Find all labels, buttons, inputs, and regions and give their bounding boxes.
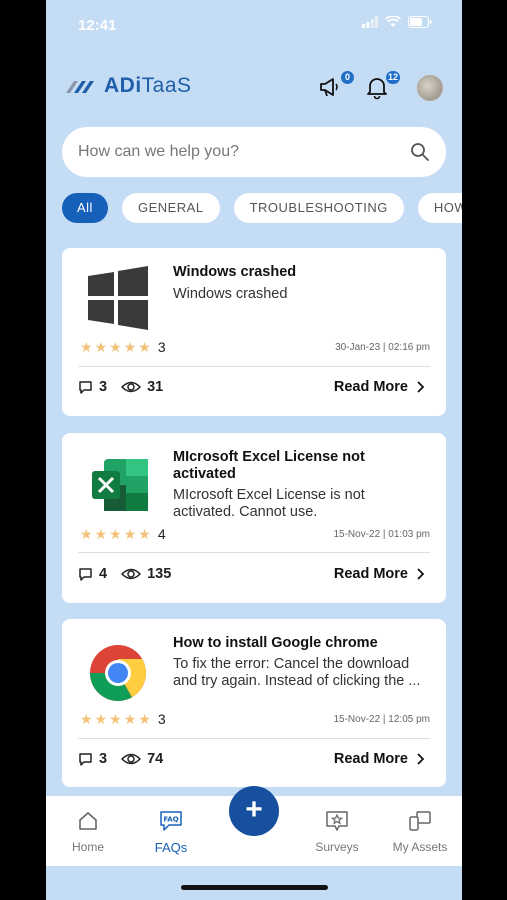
comment-icon xyxy=(79,567,92,581)
nav-home[interactable]: Home xyxy=(48,810,128,854)
user-avatar[interactable] xyxy=(417,75,443,101)
eye-icon xyxy=(121,753,142,765)
filter-chip-all[interactable]: All xyxy=(62,193,108,223)
chrome-logo-icon xyxy=(90,645,146,701)
rating-count: 3 xyxy=(157,711,166,727)
home-icon xyxy=(79,812,97,830)
star-icon: ★ xyxy=(138,711,151,727)
search-icon[interactable] xyxy=(410,142,430,162)
faq-card[interactable]: How to install Google chrome To fix the … xyxy=(62,619,446,787)
nav-my-assets[interactable]: My Assets xyxy=(380,810,460,854)
rating-stars: ★ ★ ★ ★ ★ 3 xyxy=(80,711,166,727)
star-icon: ★ xyxy=(109,526,122,542)
search-input[interactable]: How can we help you? xyxy=(78,143,410,161)
star-icon: ★ xyxy=(109,339,122,355)
faq-title: How to install Google chrome xyxy=(173,635,378,651)
card-divider xyxy=(78,366,430,367)
card-divider xyxy=(78,552,430,553)
category-filters: All GENERAL TROUBLESHOOTING HOW xyxy=(62,193,462,223)
status-time: 12:41 xyxy=(78,17,117,34)
read-more-button[interactable]: Read More xyxy=(334,566,424,582)
star-icon: ★ xyxy=(94,339,108,355)
star-icon: ★ xyxy=(94,526,108,542)
notifications-badge: 12 xyxy=(385,71,400,84)
star-icon: ★ xyxy=(80,711,93,727)
windows-logo-icon xyxy=(88,266,148,330)
bottom-nav: Home FAQ FAQs + Surveys My Assets xyxy=(46,786,462,866)
faq-date: 15-Nov-22 | 12:05 pm xyxy=(333,714,430,725)
chevron-right-icon xyxy=(417,753,424,765)
faq-date: 30-Jan-23 | 02:16 pm xyxy=(335,342,430,353)
rating-count: 3 xyxy=(157,339,166,355)
views-stat: 135 xyxy=(121,566,171,582)
comments-stat: 4 xyxy=(78,566,107,582)
rating-count: 4 xyxy=(157,526,166,542)
signal-icon xyxy=(362,16,378,28)
faq-date: 15-Nov-22 | 01:03 pm xyxy=(333,529,430,540)
card-footer: 3 31 Read More xyxy=(78,379,424,395)
filter-chip-troubleshooting[interactable]: TROUBLESHOOTING xyxy=(233,193,404,223)
nav-faqs[interactable]: FAQ FAQs xyxy=(131,810,211,855)
app-header: ADiTaaS 0 12 xyxy=(46,66,462,110)
read-more-button[interactable]: Read More xyxy=(334,379,424,395)
card-divider xyxy=(78,738,430,739)
logo-mark-icon xyxy=(66,81,94,93)
star-icon: ★ xyxy=(94,711,108,727)
nav-surveys[interactable]: Surveys xyxy=(297,810,377,854)
faq-card[interactable]: MIcrosoft Excel License not activated MI… xyxy=(62,433,446,603)
faq-card[interactable]: Windows crashed Windows crashed ★ ★ ★ ★ ★ 3 … xyxy=(62,248,446,416)
card-footer: 3 74 Read More xyxy=(78,751,424,767)
card-footer: 4 135 Read More xyxy=(78,566,424,582)
excel-logo-icon xyxy=(92,459,148,511)
comment-icon xyxy=(79,380,92,394)
filter-chip-general[interactable]: GENERAL xyxy=(121,193,220,223)
faq-icon: FAQ xyxy=(160,811,182,831)
read-more-button[interactable]: Read More xyxy=(334,751,424,767)
survey-icon xyxy=(326,811,348,831)
rating-stars: ★ ★ ★ ★ ★ 4 xyxy=(80,526,166,542)
star-icon: ★ xyxy=(123,339,137,355)
announcements-button[interactable]: 0 xyxy=(318,71,354,102)
faq-title: Windows crashed xyxy=(173,264,297,280)
chevron-right-icon xyxy=(417,381,424,393)
notifications-button[interactable]: 12 xyxy=(364,71,400,102)
faq-description: Windows crashed xyxy=(173,286,288,302)
star-icon: ★ xyxy=(138,526,151,542)
star-icon: ★ xyxy=(80,526,93,542)
faq-title: MIcrosoft Excel License not activated xyxy=(173,449,365,482)
app-logo: ADiTaaS xyxy=(64,74,192,98)
chevron-right-icon xyxy=(417,568,424,580)
rating-stars: ★ ★ ★ ★ ★ 3 xyxy=(80,339,166,355)
star-icon: ★ xyxy=(109,711,122,727)
star-icon: ★ xyxy=(80,339,93,355)
filter-chip-how[interactable]: HOW xyxy=(417,193,462,223)
battery-icon xyxy=(408,16,432,28)
status-bar: 12:41 xyxy=(46,0,462,48)
status-icons xyxy=(362,16,432,28)
comments-stat: 3 xyxy=(78,379,107,395)
logo-text: ADiTaaS xyxy=(104,74,192,97)
comment-icon xyxy=(79,752,92,766)
home-indicator xyxy=(181,885,328,890)
faq-description: To fix the error: Cancel the download an… xyxy=(173,656,421,689)
star-icon: ★ xyxy=(138,339,151,355)
add-button[interactable]: + xyxy=(229,786,279,836)
eye-icon xyxy=(121,381,142,393)
announcements-badge: 0 xyxy=(341,71,354,84)
comments-stat: 3 xyxy=(78,751,107,767)
views-stat: 74 xyxy=(121,751,163,767)
star-icon: ★ xyxy=(123,526,137,542)
faq-description: MIcrosoft Excel License is not activated… xyxy=(173,487,365,520)
star-icon: ★ xyxy=(123,711,137,727)
wifi-icon xyxy=(385,16,401,27)
search-bar[interactable]: How can we help you? xyxy=(62,127,446,177)
views-stat: 31 xyxy=(121,379,163,395)
app-screen: 12:41 ADiTaaS 0 12 How can we help you? … xyxy=(46,0,462,900)
devices-icon xyxy=(409,811,431,831)
svg-text:FAQ: FAQ xyxy=(163,816,178,824)
eye-icon xyxy=(121,568,142,580)
